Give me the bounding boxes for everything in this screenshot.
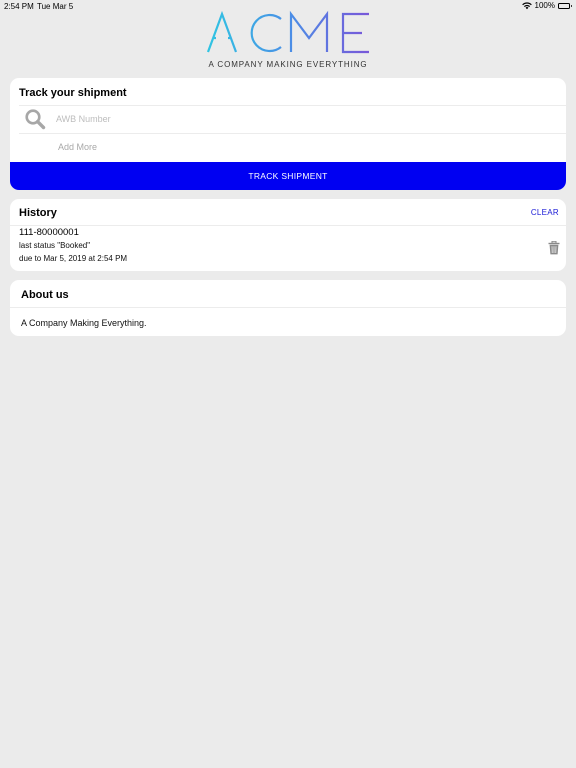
about-text: A Company Making Everything. (21, 318, 147, 328)
brand-tagline: A COMPANY MAKING EVERYTHING (208, 60, 368, 69)
history-last-status: last status "Booked" (19, 241, 91, 250)
brand-logo: A COMPANY MAKING EVERYTHING (0, 8, 576, 72)
divider (10, 307, 566, 308)
about-title: About us (21, 289, 69, 301)
track-shipment-card: Track your shipment Add More TRACK SHIPM… (10, 78, 566, 190)
trash-icon[interactable] (548, 241, 560, 255)
add-more-link[interactable]: Add More (58, 142, 97, 152)
clear-history-button[interactable]: CLEAR (531, 208, 559, 217)
search-icon (25, 109, 46, 130)
acme-logo (206, 10, 369, 54)
history-due-date: due to Mar 5, 2019 at 2:54 PM (19, 254, 128, 263)
history-title: History (19, 207, 57, 219)
divider (10, 225, 566, 226)
history-awb-number: 111-80000001 (19, 227, 79, 238)
about-card: About us A Company Making Everything. (10, 280, 566, 336)
track-card-title: Track your shipment (19, 87, 127, 99)
divider (19, 105, 566, 106)
awb-number-input[interactable] (56, 112, 536, 126)
history-card: History CLEAR 111-80000001 last status "… (10, 199, 566, 271)
track-shipment-button[interactable]: TRACK SHIPMENT (10, 162, 566, 190)
divider (19, 133, 566, 134)
